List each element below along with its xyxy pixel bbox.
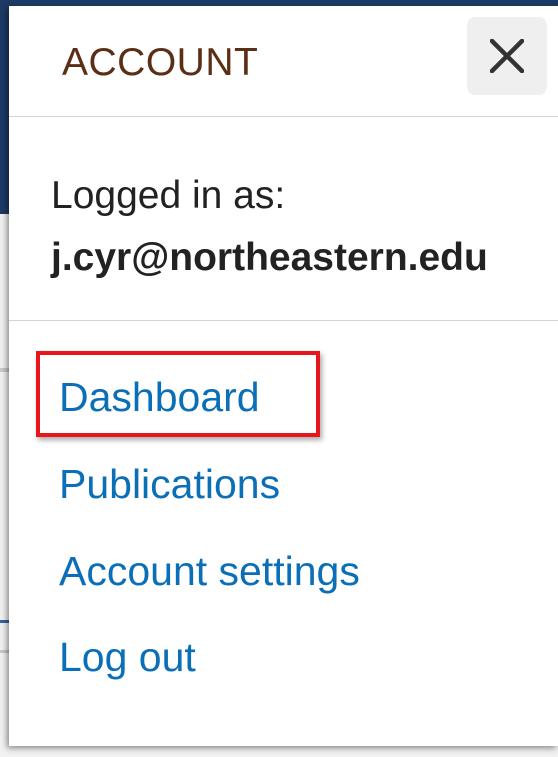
panel-title: ACCOUNT [62,41,259,84]
menu-item-log-out[interactable]: Log out [59,634,196,681]
user-email: j.cyr@northeastern.edu [51,236,488,279]
menu-item-account-settings[interactable]: Account settings [59,548,360,595]
panel-header: ACCOUNT [9,6,558,117]
logged-in-label: Logged in as: [51,174,286,217]
user-info: Logged in as: j.cyr@northeastern.edu [9,117,558,321]
menu-item-dashboard[interactable]: Dashboard [59,374,260,421]
account-panel: ACCOUNT Logged in as: j.cyr@northeastern… [9,6,558,746]
close-button[interactable] [467,17,547,95]
close-icon [490,39,524,73]
menu-item-publications[interactable]: Publications [59,461,280,508]
